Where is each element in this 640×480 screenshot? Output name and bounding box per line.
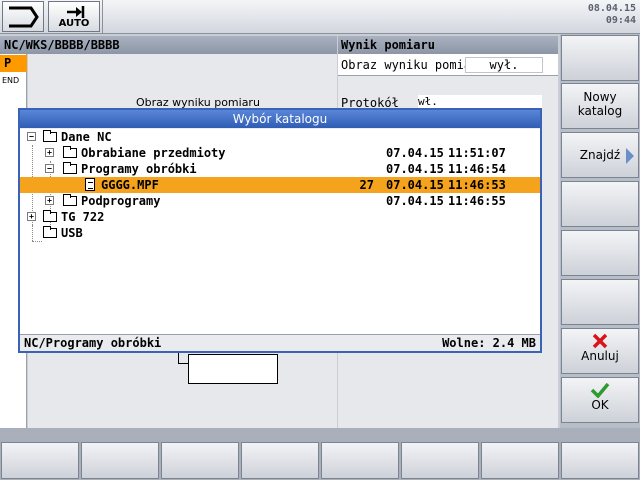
cancel-x-icon — [592, 333, 608, 349]
tree-item-label: Podprogramy — [81, 194, 161, 208]
folder-open-icon — [63, 162, 77, 174]
result-image-label: Obraz wyniku pomiar — [341, 58, 479, 72]
time-text: 09:44 — [605, 15, 636, 26]
expand-icon[interactable]: + — [45, 196, 54, 205]
file-icon — [85, 178, 95, 191]
folder-open-icon — [43, 130, 57, 142]
tree-item-dane-nc[interactable]: − Dane NC — [20, 129, 540, 145]
result-image-value[interactable]: wył. — [465, 57, 543, 73]
tree-item-time: 11:46:55 — [448, 194, 506, 208]
tree-item-label: USB — [61, 226, 83, 240]
find-arrow-icon — [626, 148, 634, 164]
bottom-softkey-5[interactable] — [321, 442, 399, 479]
collapse-icon[interactable]: − — [45, 164, 54, 173]
folder-icon — [43, 226, 57, 238]
tree-item-usb[interactable]: USB — [20, 225, 540, 241]
bottom-softkey-4[interactable] — [241, 442, 319, 479]
return-icon — [9, 6, 39, 28]
result-image-row[interactable]: Obraz wyniku pomiar wył. — [338, 54, 558, 76]
cancel-button[interactable]: Anuluj — [561, 328, 639, 374]
tree-item-date: 07.04.15 — [386, 178, 444, 192]
horizontal-softkeys — [0, 428, 640, 480]
bottom-softkey-1[interactable] — [1, 442, 79, 479]
program-path-header: NC/WKS/BBBB/BBBB — [0, 36, 337, 54]
tree-item-label: Dane NC — [61, 130, 112, 144]
tree-item-label: Obrabiane przedmioty — [81, 146, 226, 160]
vertical-softkeys: Nowy katalog Znajdź Anuluj OK — [560, 34, 640, 428]
tree-item-date: 07.04.15 — [386, 162, 444, 176]
tree-item-label: TG 722 — [61, 210, 105, 224]
tree-item-time: 11:51:07 — [448, 146, 506, 160]
mode-indicator: P — [0, 55, 27, 72]
bottom-softkey-8[interactable] — [561, 442, 639, 479]
date-text: 08.04.15 — [587, 3, 636, 14]
protocol-value[interactable]: wł. — [418, 95, 542, 109]
date-time: 08.04.15 09:44 — [588, 3, 636, 27]
diagram-box — [188, 354, 278, 384]
tree-item-label: Programy obróbki — [81, 162, 197, 176]
tree-item-date: 07.04.15 — [386, 146, 444, 160]
folder-icon — [43, 210, 57, 222]
ok-button[interactable]: OK — [561, 377, 639, 423]
catalog-select-dialog: Wybór katalogu − Dane NC + Obrabiane prz… — [18, 108, 542, 353]
collapse-icon[interactable]: − — [27, 132, 36, 141]
dialog-title: Wybór katalogu — [20, 110, 540, 128]
tree-item-gggg-mpf[interactable]: GGGG.MPF 27 07.04.15 11:46:53 — [20, 177, 540, 193]
free-space: Wolne: 2.4 MB — [442, 336, 536, 350]
tree-item-size: 27 — [359, 178, 374, 192]
cancel-label: Anuluj — [581, 349, 619, 363]
tree-item-time: 11:46:54 — [448, 162, 506, 176]
selected-path: NC/Programy obróbki — [24, 336, 162, 350]
ok-label: OK — [591, 398, 609, 412]
find-button[interactable]: Znajdź — [561, 132, 639, 178]
tree-item-tg-722[interactable]: + TG 722 — [20, 209, 540, 225]
measurement-result-header: Wynik pomiaru — [338, 36, 558, 54]
back-button[interactable] — [2, 1, 44, 32]
dialog-status-bar: NC/Programy obróbki Wolne: 2.4 MB — [20, 334, 540, 351]
bottom-softkey-7[interactable] — [481, 442, 559, 479]
auto-mode-label: AUTO — [58, 18, 90, 29]
folder-icon — [63, 146, 77, 158]
softkey-1[interactable] — [561, 35, 639, 81]
end-label: END — [2, 76, 20, 85]
topbar-separator — [102, 0, 103, 34]
tree-item-label: GGGG.MPF — [101, 178, 159, 192]
bottom-softkey-6[interactable] — [401, 442, 479, 479]
tree-item-date: 07.04.15 — [386, 194, 444, 208]
folder-icon — [63, 194, 77, 206]
new-catalog-label-2: katalog — [577, 104, 623, 118]
catalog-tree: − Dane NC + Obrabiane przedmioty 07.04.1… — [20, 129, 540, 334]
expand-icon[interactable]: + — [27, 212, 36, 221]
tree-item-workpieces[interactable]: + Obrabiane przedmioty 07.04.15 11:51:07 — [20, 145, 540, 161]
new-catalog-label-1: Nowy — [583, 90, 617, 104]
ok-check-icon — [590, 382, 610, 398]
top-bar: AUTO 08.04.15 09:44 — [0, 0, 640, 34]
bottom-softkey-2[interactable] — [81, 442, 159, 479]
bottom-softkey-3[interactable] — [161, 442, 239, 479]
softkey-6[interactable] — [561, 279, 639, 325]
new-catalog-button[interactable]: Nowy katalog — [561, 83, 639, 129]
tree-item-subprograms[interactable]: + Podprogramy 07.04.15 11:46:55 — [20, 193, 540, 209]
auto-mode-button[interactable]: AUTO — [48, 1, 100, 32]
expand-icon[interactable]: + — [45, 148, 54, 157]
tree-item-time: 11:46:53 — [448, 178, 506, 192]
softkey-5[interactable] — [561, 230, 639, 276]
softkey-4[interactable] — [561, 181, 639, 227]
tree-item-part-programs[interactable]: − Programy obróbki 07.04.15 11:46:54 — [20, 161, 540, 177]
tree-guide — [32, 241, 42, 242]
